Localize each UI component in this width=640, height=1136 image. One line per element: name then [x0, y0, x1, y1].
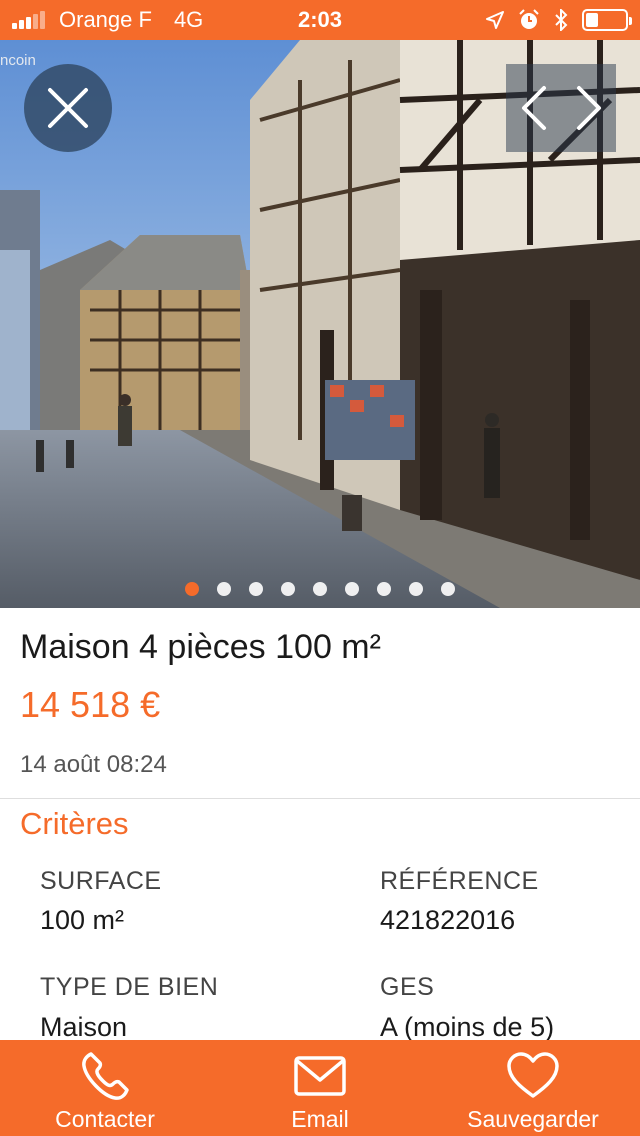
carousel-dot[interactable] — [217, 582, 231, 596]
carousel-dot[interactable] — [409, 582, 423, 596]
listing-screen: Orange F 4G 2:03 ncoin Maison 4 pièces 1… — [0, 0, 640, 1136]
carousel-dot[interactable] — [441, 582, 455, 596]
criteria-label-reference: RÉFÉRENCE — [380, 867, 539, 895]
criteria-label-ges: GES — [380, 973, 435, 1001]
carousel-dot[interactable] — [345, 582, 359, 596]
carousel-dot[interactable] — [249, 582, 263, 596]
save-label: Sauvegarder — [467, 1106, 599, 1132]
criteria-value-ges: A (moins de 5) — [380, 1012, 555, 1042]
photo-navigation — [506, 64, 616, 152]
criteria-value-reference: 421822016 — [380, 905, 516, 935]
save-button[interactable]: Sauvegarder — [455, 1040, 611, 1136]
email-label: Email — [291, 1106, 349, 1132]
photo-watermark: ncoin — [0, 52, 36, 69]
location-arrow-icon — [486, 11, 504, 29]
carrier-name: Orange F — [59, 7, 152, 32]
criteria-section-title: Critères — [20, 806, 129, 841]
phone-icon — [82, 1052, 129, 1100]
bluetooth-icon — [555, 9, 568, 31]
email-button[interactable]: Email — [270, 1040, 370, 1136]
criteria-label-surface: SURFACE — [40, 867, 162, 895]
listing-photo-carousel[interactable]: ncoin — [0, 40, 640, 608]
close-button[interactable] — [24, 64, 112, 152]
carousel-dot[interactable] — [281, 582, 295, 596]
next-photo-icon[interactable] — [575, 84, 603, 132]
network-type: 4G — [173, 7, 204, 32]
battery-icon — [582, 9, 632, 31]
previous-photo-icon[interactable] — [520, 84, 548, 132]
criteria-value-property-type: Maison — [40, 1012, 128, 1042]
alarm-icon — [519, 9, 539, 29]
envelope-icon — [294, 1056, 346, 1096]
criteria-value-surface: 100 m² — [40, 905, 125, 935]
carousel-dot[interactable] — [185, 582, 199, 596]
contact-button[interactable]: Contacter — [40, 1040, 170, 1136]
signal-strength-icon — [12, 11, 45, 29]
divider — [0, 798, 640, 799]
carousel-dot[interactable] — [313, 582, 327, 596]
carousel-dots — [0, 582, 640, 596]
listing-price: 14 518 € — [20, 684, 161, 725]
carousel-dot[interactable] — [377, 582, 391, 596]
status-bar: Orange F 4G 2:03 — [0, 0, 640, 40]
contact-label: Contacter — [55, 1106, 155, 1132]
heart-icon — [507, 1052, 559, 1098]
criteria-label-property-type: TYPE DE BIEN — [40, 973, 219, 1001]
close-icon — [48, 88, 88, 128]
bottom-action-bar: Contacter Email Sauvegarder — [0, 1040, 640, 1136]
listing-date: 14 août 08:24 — [20, 751, 167, 778]
listing-title: Maison 4 pièces 100 m² — [20, 628, 381, 666]
